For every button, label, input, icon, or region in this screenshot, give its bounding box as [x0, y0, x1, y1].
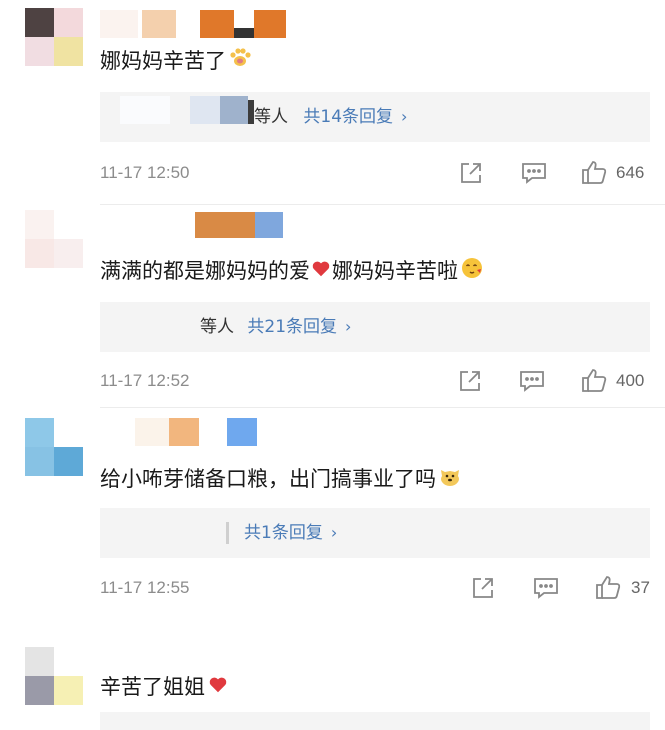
thumbs-up-icon[interactable] [580, 158, 608, 190]
divider [100, 407, 665, 408]
comment-icon[interactable] [520, 160, 548, 190]
username[interactable] [100, 10, 290, 38]
avatar[interactable] [25, 210, 83, 268]
comment-timestamp: 11-17 12:50 [100, 163, 190, 182]
comment-body-continued: 娜妈妈辛苦啦 [332, 259, 458, 283]
username[interactable] [195, 212, 285, 238]
view-replies-link[interactable]: 共1条回复 [244, 523, 323, 543]
reply-participants: 等人 [254, 107, 288, 127]
thumbs-up-icon[interactable] [594, 573, 622, 605]
comment-item: 给小咘芽储备口粮，出门搞事业了吗 共1条回复 › 11-17 12:55 37 [0, 412, 665, 620]
view-replies-link[interactable]: 共14条回复 [303, 107, 393, 127]
comment-text: 满满的都是娜妈妈的爱 娜妈妈辛苦啦 [100, 256, 484, 288]
kiss-face-emoji [460, 256, 484, 288]
comment-text: 给小咘芽储备口粮，出门搞事业了吗 [100, 464, 462, 496]
comment-text: 辛苦了姐姐 [100, 672, 229, 703]
comment-body: 娜妈妈辛苦了 [100, 49, 226, 73]
username[interactable] [135, 418, 265, 446]
reply-summary[interactable]: 等人 共14条回复 › [100, 92, 650, 142]
reply-participants: 等人 [200, 317, 234, 337]
chevron-right-icon: › [401, 107, 408, 126]
comment-item: 辛苦了姐姐 [0, 640, 665, 730]
doge-emoji [438, 464, 462, 496]
comment-timestamp: 11-17 12:55 [100, 578, 190, 597]
comment-icon[interactable] [518, 368, 546, 398]
comment-timestamp: 11-17 12:52 [100, 371, 190, 390]
share-icon[interactable] [457, 368, 483, 398]
chevron-right-icon: › [330, 523, 338, 542]
comment-item: 满满的都是娜妈妈的爱 娜妈妈辛苦啦 等人 共21条回复 › 11-17 12:52 [0, 210, 665, 412]
thumbs-up-icon[interactable] [580, 366, 608, 398]
chevron-right-icon: › [345, 317, 352, 336]
avatar[interactable] [25, 418, 83, 476]
comment-item: 娜妈妈辛苦了 等人 共14条回复 › 11-17 12:50 646 [0, 0, 665, 210]
comment-icon[interactable] [532, 575, 560, 605]
heart-emoji [207, 673, 229, 703]
like-count: 400 [616, 371, 645, 390]
like-count: 37 [631, 578, 650, 597]
heart-emoji [310, 257, 332, 287]
share-icon[interactable] [470, 575, 496, 605]
comment-body: 满满的都是娜妈妈的爱 [100, 259, 310, 283]
avatar[interactable] [25, 647, 83, 705]
reply-summary[interactable]: 等人 共21条回复 › [100, 302, 650, 352]
paw-emoji [228, 46, 252, 78]
divider [100, 204, 665, 205]
comment-body: 给小咘芽储备口粮，出门搞事业了吗 [100, 467, 436, 491]
avatar[interactable] [25, 8, 83, 66]
like-count: 646 [616, 163, 645, 182]
share-icon[interactable] [458, 160, 484, 190]
reply-usernames [120, 96, 260, 124]
comment-body: 辛苦了姐姐 [100, 675, 205, 699]
reply-summary[interactable]: 共1条回复 › [100, 508, 650, 558]
reply-summary[interactable] [100, 712, 650, 730]
comment-text: 娜妈妈辛苦了 [100, 46, 252, 78]
view-replies-link[interactable]: 共21条回复 [247, 317, 337, 337]
reply-usernames [226, 522, 229, 544]
